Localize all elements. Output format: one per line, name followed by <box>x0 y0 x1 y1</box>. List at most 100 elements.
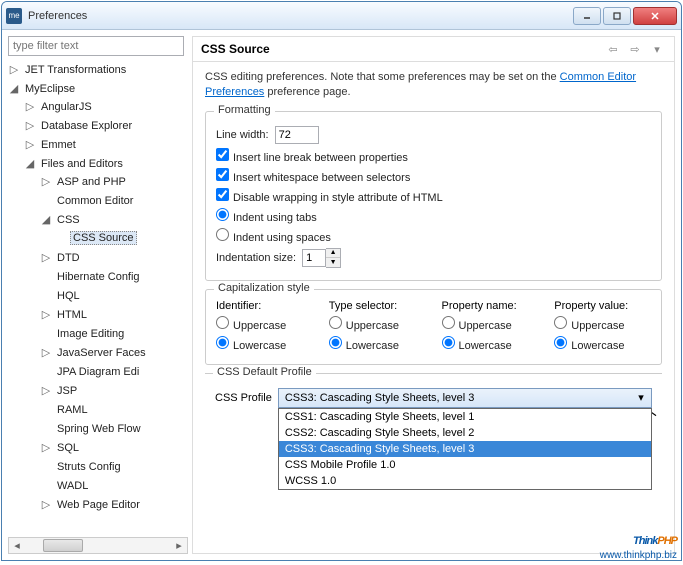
property-value-label: Property value: <box>554 300 651 312</box>
indent-size-label: Indentation size: <box>216 252 296 264</box>
cb-wrapping[interactable]: Disable wrapping in style attribute of H… <box>216 188 443 204</box>
expand-icon[interactable]: ▷ <box>40 347 52 359</box>
css-profile-combo[interactable]: CSS3: Cascading Style Sheets, level 3 ▾ … <box>278 388 652 408</box>
scrollbar-thumb[interactable] <box>43 539 83 552</box>
css-profile-selected-text: CSS3: Cascading Style Sheets, level 3 <box>285 392 475 404</box>
tree-item-hibernate[interactable]: Hibernate Config <box>54 271 143 283</box>
app-icon: me <box>6 8 22 24</box>
css-profile-group: CSS Default Profile CSS Profile CSS3: Ca… <box>205 373 662 468</box>
css-profile-option[interactable]: CSS2: Cascading Style Sheets, level 2 <box>279 425 651 441</box>
spin-up-icon[interactable]: ▲ <box>326 249 340 258</box>
left-pane: ▷JET Transformations ◢MyEclipse ▷Angular… <box>8 36 188 554</box>
tree-item-image-editing[interactable]: Image Editing <box>54 328 127 340</box>
scroll-right-icon[interactable]: ▸ <box>171 538 187 553</box>
identifier-upper[interactable]: Uppercase <box>216 316 286 332</box>
propname-lower[interactable]: Lowercase <box>442 336 512 352</box>
cb-whitespace-input[interactable] <box>216 168 229 181</box>
spin-down-icon[interactable]: ▼ <box>326 258 340 267</box>
tree-item-jpa[interactable]: JPA Diagram Edi <box>54 366 142 378</box>
nav-forward-icon[interactable]: ⇨ <box>626 41 644 57</box>
close-button[interactable] <box>633 7 677 25</box>
expand-icon[interactable]: ▷ <box>24 139 36 151</box>
css-profile-option[interactable]: WCSS 1.0 <box>279 473 651 489</box>
propval-lower[interactable]: Lowercase <box>554 336 624 352</box>
css-profile-option[interactable]: CSS3: Cascading Style Sheets, level 3 <box>279 441 651 457</box>
tree-item-asp-php[interactable]: ASP and PHP <box>54 176 129 188</box>
indent-size-spinner[interactable]: ▲▼ <box>302 248 341 268</box>
tree-item-jsp[interactable]: JSP <box>54 385 80 397</box>
right-pane: CSS Source ⇦ ⇨ ▾ CSS editing preferences… <box>192 36 675 554</box>
tree-item-dtd[interactable]: DTD <box>54 252 83 264</box>
watermark: ThinkPHP www.thinkphp.biz <box>600 524 677 561</box>
chevron-down-icon[interactable]: ▾ <box>633 390 649 406</box>
collapse-icon[interactable]: ◢ <box>40 214 52 226</box>
cb-linebreak-input[interactable] <box>216 148 229 161</box>
tree-item-jsf[interactable]: JavaServer Faces <box>54 347 149 359</box>
titlebar: me Preferences <box>2 2 681 30</box>
type-upper[interactable]: Uppercase <box>329 316 399 332</box>
expand-icon[interactable]: ▷ <box>40 252 52 264</box>
page-description: CSS editing preferences. Note that some … <box>205 70 662 101</box>
css-profile-option[interactable]: CSS1: Cascading Style Sheets, level 1 <box>279 409 651 425</box>
tree-item-files-editors[interactable]: Files and Editors <box>38 158 126 170</box>
type-lower[interactable]: Lowercase <box>329 336 399 352</box>
expand-icon[interactable]: ▷ <box>8 64 20 76</box>
nav-menu-icon[interactable]: ▾ <box>648 41 666 57</box>
cb-whitespace[interactable]: Insert whitespace between selectors <box>216 168 410 184</box>
expand-icon[interactable]: ▷ <box>40 442 52 454</box>
cb-linebreak[interactable]: Insert line break between properties <box>216 148 408 164</box>
tree-item-hql[interactable]: HQL <box>54 290 83 302</box>
tree-item-angular[interactable]: AngularJS <box>38 101 95 113</box>
rb-spaces-input[interactable] <box>216 228 229 241</box>
css-profile-option[interactable]: CSS Mobile Profile 1.0 <box>279 457 651 473</box>
tree-item-struts[interactable]: Struts Config <box>54 461 124 473</box>
filter-input[interactable] <box>8 36 184 56</box>
expand-icon[interactable]: ▷ <box>24 101 36 113</box>
css-profile-dropdown[interactable]: CSS1: Cascading Style Sheets, level 1 CS… <box>278 408 652 490</box>
tree-item-wadl[interactable]: WADL <box>54 480 91 492</box>
line-width-input[interactable] <box>275 126 319 144</box>
propval-upper[interactable]: Uppercase <box>554 316 624 332</box>
collapse-icon[interactable]: ◢ <box>8 83 20 95</box>
indent-size-input[interactable] <box>302 249 326 267</box>
expand-icon[interactable]: ▷ <box>40 499 52 511</box>
tree-item-html[interactable]: HTML <box>54 309 90 321</box>
rb-tabs[interactable]: Indent using tabs <box>216 208 317 224</box>
maximize-button[interactable] <box>603 7 631 25</box>
tree-item-webpage[interactable]: Web Page Editor <box>54 499 143 511</box>
type-selector-label: Type selector: <box>329 300 426 312</box>
css-profile-display[interactable]: CSS3: Cascading Style Sheets, level 3 ▾ <box>278 388 652 408</box>
propname-upper[interactable]: Uppercase <box>442 316 512 332</box>
cb-wrapping-input[interactable] <box>216 188 229 201</box>
collapse-icon[interactable]: ◢ <box>24 158 36 170</box>
preferences-tree[interactable]: ▷JET Transformations ◢MyEclipse ▷Angular… <box>8 60 188 535</box>
tree-item-emmet[interactable]: Emmet <box>38 139 79 151</box>
tree-item-jet[interactable]: JET Transformations <box>22 64 129 76</box>
scroll-left-icon[interactable]: ◂ <box>9 538 25 553</box>
nav-back-icon[interactable]: ⇦ <box>604 41 622 57</box>
identifier-lower[interactable]: Lowercase <box>216 336 286 352</box>
rb-tabs-input[interactable] <box>216 208 229 221</box>
expand-icon[interactable]: ▷ <box>40 309 52 321</box>
formatting-title: Formatting <box>214 104 275 116</box>
tree-item-common-editor[interactable]: Common Editor <box>54 195 136 207</box>
expand-icon[interactable]: ▷ <box>40 385 52 397</box>
tree-item-myeclipse[interactable]: MyEclipse <box>22 83 78 95</box>
page-title: CSS Source <box>201 42 604 56</box>
capitalization-group: Capitalization style Identifier: Upperca… <box>205 289 662 365</box>
tree-item-css-source[interactable]: CSS Source <box>70 231 137 245</box>
expand-icon[interactable]: ▷ <box>40 176 52 188</box>
tree-item-spring[interactable]: Spring Web Flow <box>54 423 144 435</box>
css-profile-label: CSS Profile <box>215 392 272 404</box>
tree-item-css[interactable]: CSS <box>54 214 83 226</box>
rb-spaces[interactable]: Indent using spaces <box>216 228 331 244</box>
tree-item-dbexplorer[interactable]: Database Explorer <box>38 120 135 132</box>
tree-item-sql[interactable]: SQL <box>54 442 82 454</box>
css-profile-group-title: CSS Default Profile <box>213 366 316 378</box>
minimize-button[interactable] <box>573 7 601 25</box>
horizontal-scrollbar[interactable]: ◂ ▸ <box>8 537 188 554</box>
tree-item-raml[interactable]: RAML <box>54 404 91 416</box>
expand-icon[interactable]: ▷ <box>24 120 36 132</box>
capitalization-title: Capitalization style <box>214 282 314 294</box>
formatting-group: Formatting Line width: Insert line break… <box>205 111 662 281</box>
